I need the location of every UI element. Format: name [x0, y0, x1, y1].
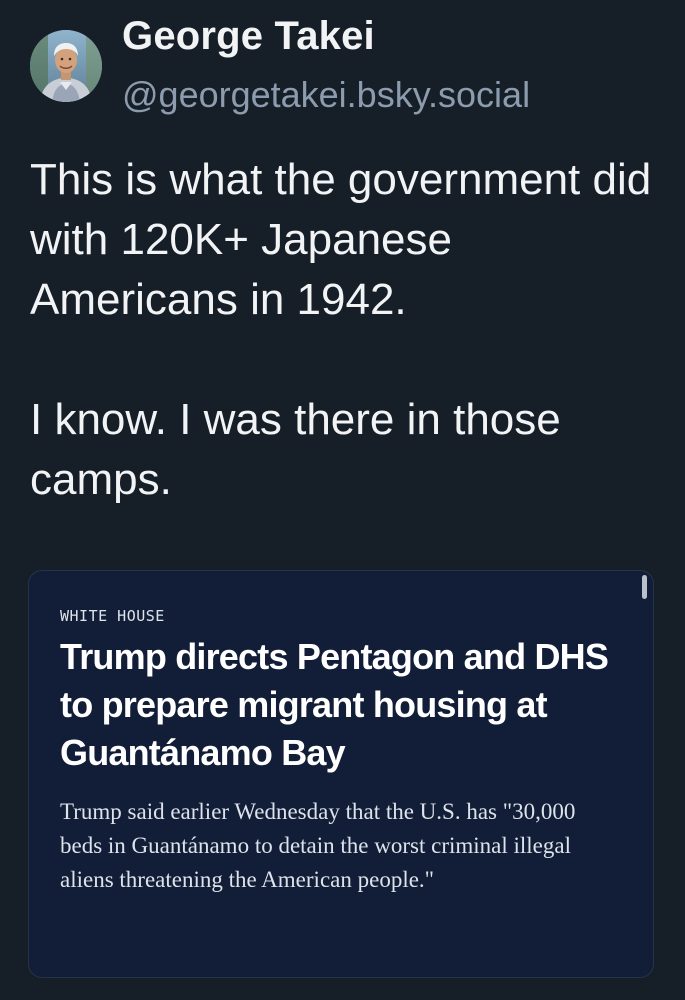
post-paragraph: I know. I was there in those camps.	[30, 395, 561, 504]
link-embed-card[interactable]: WHITE HOUSE Trump directs Pentagon and D…	[28, 570, 654, 978]
post-text: This is what the government did with 120…	[30, 150, 660, 510]
embed-scrollbar[interactable]	[642, 575, 647, 599]
post-paragraph: This is what the government did with 120…	[30, 155, 652, 324]
avatar-photo-icon	[30, 30, 102, 102]
embed-section-label: WHITE HOUSE	[60, 607, 165, 625]
embed-summary: Trump said earlier Wednesday that the U.…	[60, 799, 576, 892]
embed-headline: Trump directs Pentagon and DHS to prepar…	[60, 636, 609, 773]
avatar[interactable]	[30, 30, 102, 102]
post: George Takei @georgetakei.bsky.social Th…	[0, 0, 685, 1000]
author-handle[interactable]: @georgetakei.bsky.social	[122, 74, 530, 116]
author-name[interactable]: George Takei	[122, 14, 375, 59]
